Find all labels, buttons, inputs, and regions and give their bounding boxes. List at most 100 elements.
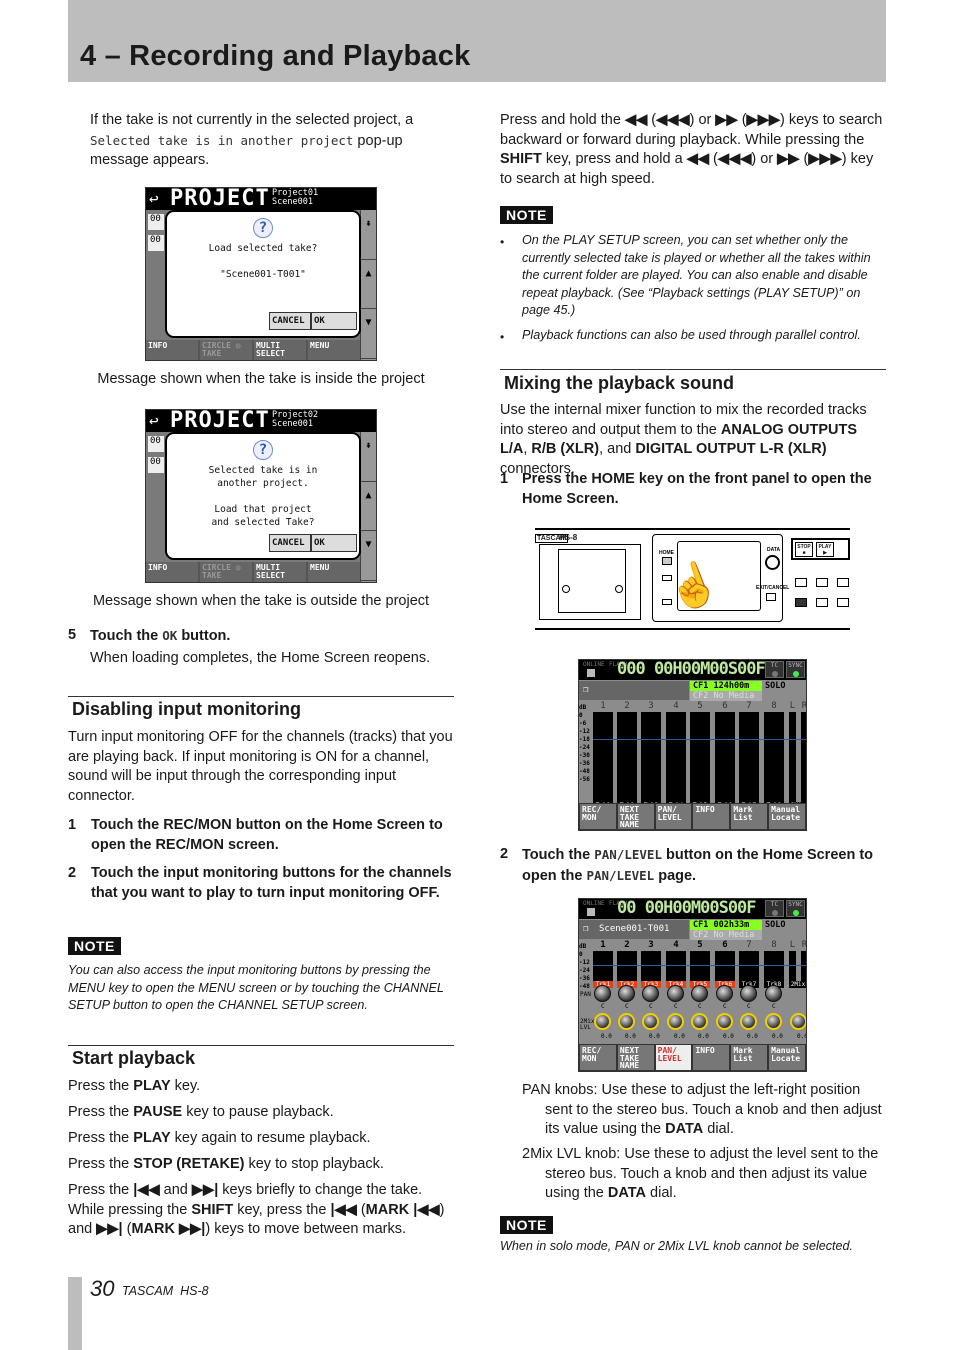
tc-indicator: TC xyxy=(765,661,784,678)
pan-knob[interactable] xyxy=(740,985,757,1002)
bullet-icon: • xyxy=(500,330,505,344)
section-heading-mixing: Mixing the playback sound xyxy=(504,373,735,393)
project-screen-inside: ↩ PROJECT Project01 Scene001 00 00 ⇞ ▲ ▼ INFO CIRC… xyxy=(145,187,377,361)
ui-label: OK xyxy=(162,628,178,643)
model-label: HS-8 xyxy=(559,533,578,542)
play-key[interactable]: PLAY ▶ xyxy=(816,542,834,557)
text-run: ( xyxy=(799,151,809,167)
take-icon: ❐ xyxy=(583,685,589,695)
touch-screen-panel: HOME DATA EXIT/CANCEL ☝ xyxy=(652,534,789,622)
bottom-button[interactable]: Manual Locate xyxy=(769,1045,805,1070)
bottom-button[interactable]: INFO xyxy=(693,804,730,829)
level-knob[interactable] xyxy=(790,1013,806,1030)
db-tick: -56 xyxy=(579,776,590,783)
chapter-header: 4 – Recording and Playback xyxy=(68,0,886,82)
note-badge: NOTE xyxy=(500,206,553,224)
level-knob[interactable] xyxy=(667,1013,684,1030)
footer-product: TASCAM HS-8 xyxy=(122,1284,209,1298)
bottom-button[interactable]: NEXT TAKE NAME xyxy=(617,804,654,829)
level-knob[interactable] xyxy=(691,1013,708,1030)
track-number: 2 xyxy=(624,701,630,711)
scene-label: Scene001 xyxy=(272,419,313,429)
note-bullet-1: On the PLAY SETUP screen, you can set wh… xyxy=(522,233,871,318)
caption-inside: Message shown when the take is inside th… xyxy=(97,371,425,387)
level-meter xyxy=(641,951,661,981)
bottom-button: CIRCLE ◎ TAKE xyxy=(200,562,252,582)
bottom-button[interactable]: PAN/ LEVEL xyxy=(655,1045,692,1070)
ok-button[interactable]: OK xyxy=(311,534,357,552)
pan-knob[interactable] xyxy=(594,985,611,1002)
divider xyxy=(68,1045,454,1046)
cf-slot-panel xyxy=(539,544,641,620)
track-number: R xyxy=(801,940,807,950)
take-row: 00 xyxy=(148,214,164,230)
pan-knob[interactable] xyxy=(691,985,708,1002)
text-run: Press the xyxy=(68,1130,134,1146)
level-meter xyxy=(789,951,796,981)
step-number: 1 xyxy=(500,471,509,487)
bottom-button[interactable]: Mark List xyxy=(731,804,768,829)
stop-key[interactable]: STOP ■ xyxy=(795,542,813,557)
pan-value: C xyxy=(674,1003,678,1010)
cf2-status: CF2 No Media xyxy=(690,930,762,940)
bottom-button[interactable]: Mark List xyxy=(731,1045,768,1070)
ok-button[interactable]: OK xyxy=(311,312,357,330)
level-knob[interactable] xyxy=(594,1013,611,1030)
dialog-buttons: CANCEL OK xyxy=(269,312,357,330)
step-number: 5 xyxy=(68,627,77,643)
level-knob[interactable] xyxy=(618,1013,635,1030)
level-meter xyxy=(801,951,806,981)
scroll-button: ▼ xyxy=(361,531,376,581)
bottom-button: MULTI SELECT xyxy=(254,562,306,582)
online-indicator xyxy=(587,908,595,916)
exit-cancel-key[interactable] xyxy=(766,593,776,601)
level-knob[interactable] xyxy=(642,1013,659,1030)
bottom-button: INFO xyxy=(146,562,198,582)
home-screen: ONLINE FLASH 000 00H00M00S00F TC SYNC ❐ CF1 12… xyxy=(578,659,807,831)
level-meter xyxy=(764,951,784,981)
text-run: ) or xyxy=(751,151,778,167)
db-tick: -12 xyxy=(579,728,590,735)
page-number: 30 xyxy=(90,1276,115,1301)
key-label: MARK ▶▶| xyxy=(131,1221,206,1237)
text-run: Touch the xyxy=(522,847,595,863)
data-dial-label: DATA xyxy=(767,547,781,553)
disabling-step-2: 2 Touch the input monitoring buttons for… xyxy=(68,864,454,903)
db-tick: -30 xyxy=(579,752,590,759)
bottom-button[interactable]: INFO xyxy=(693,1045,730,1070)
bottom-button[interactable]: PAN/ LEVEL xyxy=(655,804,692,829)
pan-knob[interactable] xyxy=(765,985,782,1002)
text-run: Press the xyxy=(68,1078,134,1094)
cancel-button[interactable]: CANCEL xyxy=(269,534,311,552)
cancel-button[interactable]: CANCEL xyxy=(269,312,311,330)
db-tick: -48 xyxy=(579,768,590,775)
note-text: You can also access the input monitoring… xyxy=(68,963,444,1013)
db-tick: dB xyxy=(579,943,587,950)
pan-knob[interactable] xyxy=(716,985,733,1002)
level-knob[interactable] xyxy=(765,1013,782,1030)
bottom-button[interactable]: REC/ MON xyxy=(580,1045,616,1070)
bottom-button[interactable]: NEXT TAKE NAME xyxy=(617,1045,654,1070)
level-value: 0.0 xyxy=(772,1033,783,1040)
start-line-5: Press the |◀◀ and ▶▶| keys briefly to ch… xyxy=(68,1181,454,1240)
bottom-button[interactable]: REC/ MON xyxy=(580,804,616,829)
key-label: ◀◀◀ xyxy=(717,151,752,167)
bottom-button[interactable]: Manual Locate xyxy=(769,804,805,829)
pan-knob[interactable] xyxy=(667,985,684,1002)
home-key[interactable] xyxy=(662,557,672,565)
question-icon: ? xyxy=(253,440,273,460)
screen-title: PROJECT xyxy=(170,409,270,433)
pan-knob[interactable] xyxy=(618,985,635,1002)
data-dial[interactable] xyxy=(765,555,780,570)
step-number: 2 xyxy=(500,846,509,862)
pan-knob[interactable] xyxy=(642,985,659,1002)
level-knob[interactable] xyxy=(716,1013,733,1030)
level-meter xyxy=(764,712,784,802)
track-number: 3 xyxy=(648,940,654,950)
level-knob[interactable] xyxy=(740,1013,757,1030)
db-tick: 0 xyxy=(579,712,583,719)
take-row: 00 xyxy=(148,235,164,251)
key-label: ▶▶| xyxy=(96,1221,123,1237)
status-bar: ONLINE FLASH 00 00H00M00S00F TC SYNC xyxy=(579,899,806,919)
track-number: 5 xyxy=(697,701,703,711)
